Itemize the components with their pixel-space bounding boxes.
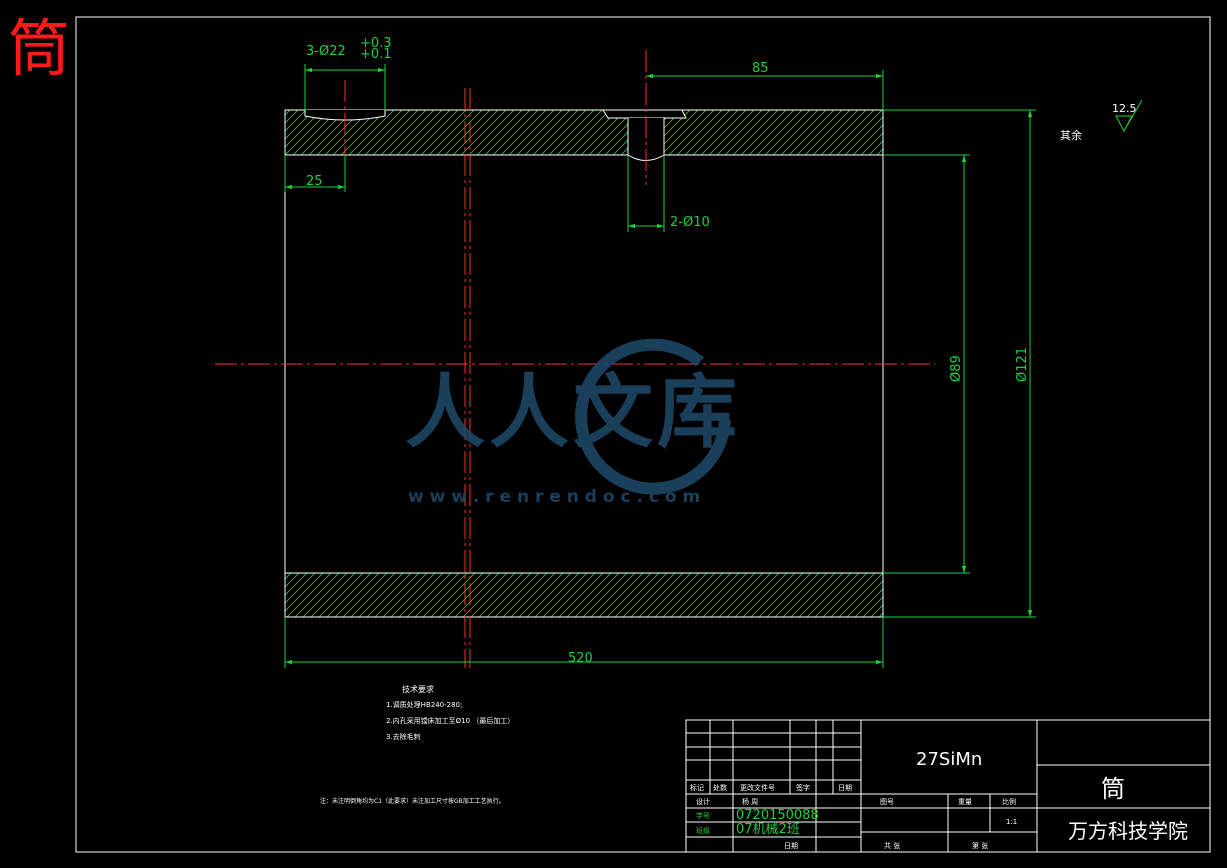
dim-dia89: Ø89 [949, 355, 964, 382]
cad-drawing: 筒 3-Ø22 +0.3 +0.1 85 25 2-Ø10 520 Ø89 Ø1… [8, 12, 1211, 853]
roughness-value: 12.5 [1112, 102, 1137, 115]
bore-callout-main: 3-Ø22 [306, 44, 346, 59]
drawing-no-label: 图号 [880, 798, 894, 806]
watermark-url: w w w . r e n r e n d o c . c o m [408, 487, 700, 507]
tech-req-title: 技术要求 [402, 684, 434, 694]
dim-2-dia10: 2-Ø10 [670, 215, 710, 230]
tech-req-item: 2.内孔采用镗床加工至Ø10 （最后加工） [386, 716, 514, 725]
sheet-total-label: 共 张 [884, 841, 900, 850]
weight-label: 重量 [958, 798, 972, 806]
design-value: 杨 周 [742, 797, 758, 806]
title-block-text: 27SiMn 筒 万方科技学院 标记 处数 更改文件号 签字 日期 设计 杨 周… [690, 749, 1188, 850]
row-label-design: 设计 [696, 797, 710, 806]
sheet-label: 第 张 [972, 841, 988, 850]
dim-520: 520 [568, 651, 593, 666]
scale-value: 1:1 [1006, 818, 1017, 826]
roughness-symbol: 12.5 其余 [1060, 99, 1143, 142]
watermark: 人人文库 w w w . r e n r e n d o c . c o m [405, 338, 741, 507]
tech-req-footnote: 注：未注明倒角均为C1（此要求）未注加工尺寸按GB加工工艺执行。 [320, 797, 505, 805]
row-label-student-id: 学号 [696, 811, 710, 820]
student-id: 0720150088 [736, 808, 819, 823]
class-name: 07机械2班 [736, 822, 800, 837]
rev-header: 处数 [713, 783, 727, 792]
bore-callout-lower-tol: +0.1 [360, 47, 392, 62]
institution-name: 万方科技学院 [1068, 819, 1188, 843]
part-name: 筒 [1101, 775, 1125, 803]
dim-85: 85 [752, 61, 769, 76]
dim-25: 25 [306, 174, 323, 189]
tech-req-item: 1.调质处理HB240-280; [386, 700, 462, 709]
technical-requirements: 技术要求 1.调质处理HB240-280; 2.内孔采用镗床加工至Ø10 （最后… [320, 684, 514, 805]
dim-dia121: Ø121 [1015, 347, 1030, 382]
rev-header: 日期 [838, 784, 852, 792]
rev-header: 更改文件号 [740, 783, 775, 792]
rev-header: 签字 [796, 783, 810, 792]
tech-req-item: 3.去除毛刺 [386, 732, 421, 741]
rev-header: 标记 [690, 783, 704, 792]
date-label: 日期 [784, 842, 798, 850]
scale-label: 比例 [1002, 797, 1016, 806]
material-label: 27SiMn [916, 749, 982, 770]
watermark-text: 人人文库 [405, 366, 741, 459]
row-label-class: 班级 [696, 826, 710, 835]
roughness-remainder-label: 其余 [1060, 128, 1082, 142]
corner-title: 筒 [8, 12, 70, 85]
